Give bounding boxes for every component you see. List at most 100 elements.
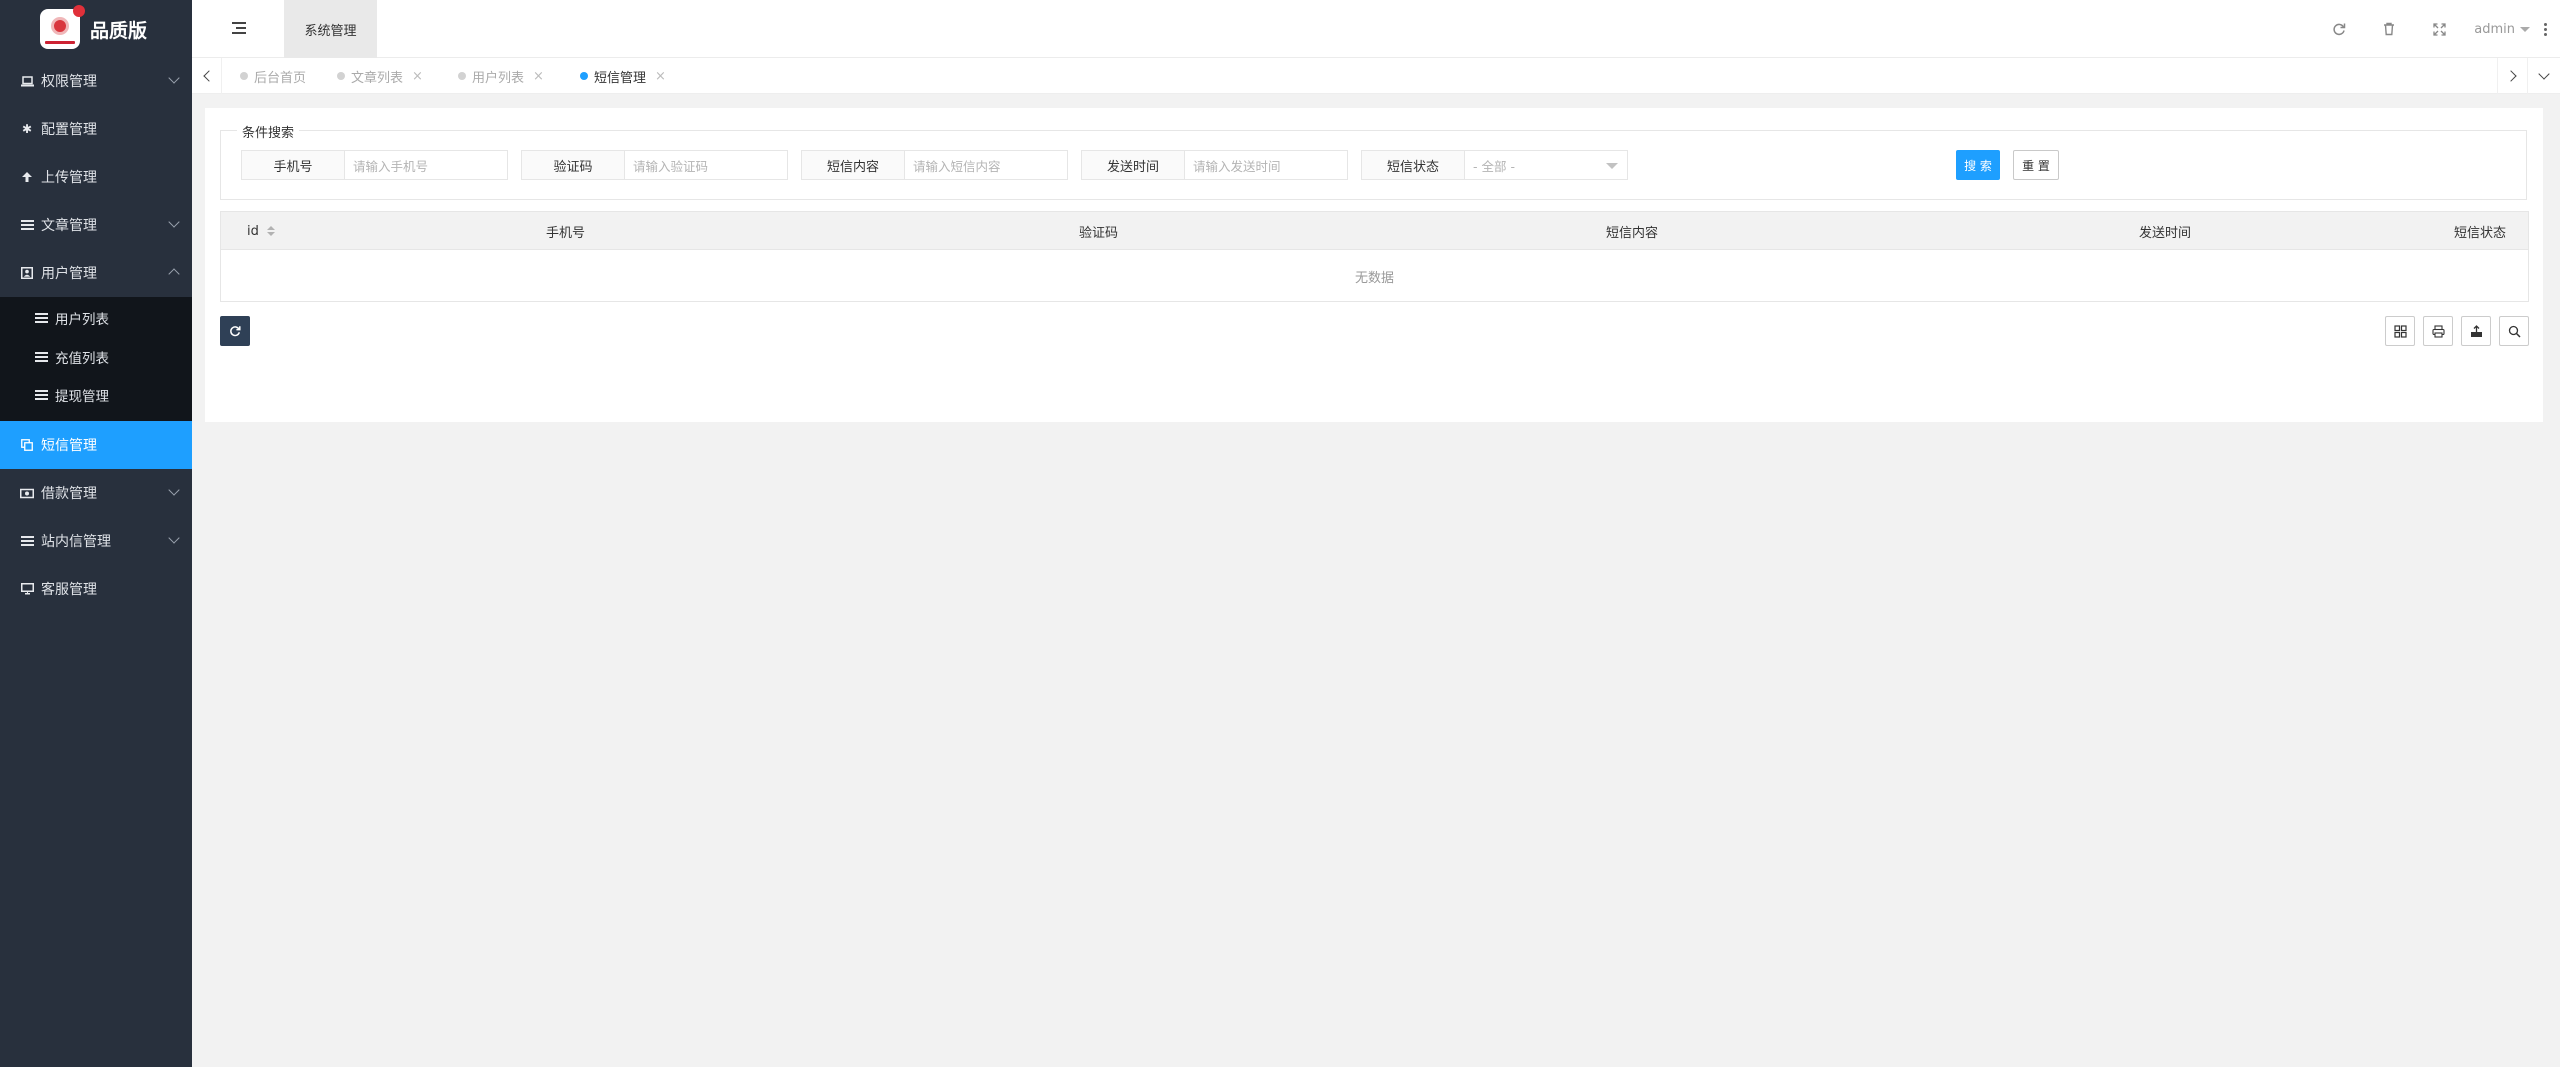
- sidebar-item-label: 借款管理: [41, 486, 97, 502]
- list-icon: [33, 390, 49, 400]
- sidebar-item-inbox[interactable]: 站内信管理: [0, 517, 192, 565]
- field-label: 验证码: [521, 150, 625, 180]
- sidebar-item-label: 站内信管理: [41, 534, 111, 550]
- sidebar-subitem-user-list[interactable]: 用户列表: [0, 299, 192, 337]
- header-actions: admin: [2314, 0, 2560, 58]
- phone-filter: 手机号 请输入手机号: [241, 150, 508, 180]
- field-label: 短信内容: [801, 150, 905, 180]
- page-tabs-bar: 后台首页 文章列表 × 用户列表 × 短信管理 ×: [192, 58, 2560, 94]
- chevron-down-icon: [2538, 68, 2550, 80]
- laptop-icon: [19, 75, 35, 87]
- money-icon: [19, 488, 35, 499]
- sidebar-item-label: 配置管理: [41, 122, 97, 138]
- sms-table: id 手机号 验证码 短信内容 发送时间 短信状态 无数据: [220, 211, 2529, 302]
- sidebar-item-loans[interactable]: 借款管理: [0, 469, 192, 517]
- column-id[interactable]: id: [247, 212, 275, 250]
- sidebar-item-upload[interactable]: 上传管理: [0, 153, 192, 201]
- chevron-left-icon: [202, 70, 215, 82]
- sidebar-item-sms[interactable]: 短信管理: [0, 421, 192, 469]
- sidebar-item-users[interactable]: 用户管理: [0, 249, 192, 297]
- trash-icon[interactable]: [2364, 22, 2414, 36]
- sidebar-item-permissions[interactable]: 权限管理: [0, 57, 192, 105]
- sidebar: 品质版 权限管理 ✱ 配置管理 上传管理 文章管理 用户管理 用户列表 充值列表…: [0, 0, 192, 1067]
- tab-home[interactable]: 后台首页: [240, 58, 306, 94]
- sort-icon[interactable]: [266, 226, 275, 236]
- search-button[interactable]: 搜 索: [1956, 150, 2000, 180]
- list-icon: [33, 313, 49, 323]
- chevron-down-icon: [168, 72, 180, 84]
- field-label: 短信状态: [1361, 150, 1465, 180]
- chevron-down-icon: [168, 532, 180, 544]
- column-status: 短信状态: [2454, 212, 2506, 250]
- table-header: id 手机号 验证码 短信内容 发送时间 短信状态: [221, 212, 2528, 250]
- search-legend: 条件搜索: [237, 122, 300, 141]
- user-menu[interactable]: admin: [2474, 22, 2530, 37]
- table-refresh-button[interactable]: [220, 316, 250, 346]
- grid-icon: [2393, 324, 2407, 338]
- sidebar-item-label: 文章管理: [41, 218, 97, 234]
- search-toggle-button[interactable]: [2499, 316, 2529, 346]
- field-label: 手机号: [241, 150, 345, 180]
- status-filter: 短信状态 - 全部 -: [1361, 150, 1628, 180]
- close-icon[interactable]: ×: [533, 69, 544, 84]
- column-label: id: [247, 223, 259, 239]
- search-form: 条件搜索 手机号 请输入手机号 验证码 请输入验证码 短信内容 请输入短信内容 …: [220, 122, 2527, 200]
- send-time-input[interactable]: 请输入发送时间: [1185, 150, 1348, 180]
- sidebar-subitem-withdraw[interactable]: 提现管理: [0, 376, 192, 414]
- system-tab[interactable]: 系统管理: [284, 0, 377, 58]
- columns-filter-button[interactable]: [2385, 316, 2415, 346]
- tab-dot-icon: [458, 72, 466, 80]
- more-vertical-icon[interactable]: [2530, 22, 2560, 36]
- sidebar-item-label: 用户列表: [55, 312, 109, 328]
- tab-sms[interactable]: 短信管理 ×: [580, 58, 666, 94]
- chevron-right-icon: [2504, 70, 2517, 82]
- column-label: 验证码: [1079, 225, 1119, 241]
- column-phone: 手机号: [546, 212, 585, 250]
- sidebar-item-articles[interactable]: 文章管理: [0, 201, 192, 249]
- logo: 品质版: [0, 0, 192, 58]
- sidebar-item-label: 提现管理: [55, 389, 109, 405]
- refresh-icon[interactable]: [2314, 22, 2364, 36]
- tab-dot-icon: [580, 72, 588, 80]
- export-button[interactable]: [2461, 316, 2491, 346]
- print-button[interactable]: [2423, 316, 2453, 346]
- tabs-options[interactable]: [2527, 58, 2560, 94]
- tabs-scroll-left[interactable]: [192, 58, 222, 94]
- sidebar-item-label: 客服管理: [41, 582, 97, 598]
- phone-input[interactable]: 请输入手机号: [345, 150, 508, 180]
- close-icon[interactable]: ×: [412, 69, 423, 84]
- caret-down-icon: [2520, 26, 2530, 32]
- chevron-down-icon: [168, 216, 180, 228]
- gear-icon: ✱: [21, 122, 33, 136]
- export-icon: [2470, 324, 2482, 337]
- tab-user-list[interactable]: 用户列表 ×: [458, 58, 544, 94]
- column-code: 验证码: [1079, 212, 1118, 250]
- refresh-icon: [230, 326, 241, 337]
- tabs-scroll-right[interactable]: [2497, 58, 2527, 94]
- send-time-filter: 发送时间 请输入发送时间: [1081, 150, 1348, 180]
- tab-label: 用户列表: [472, 70, 525, 86]
- sidebar-subitem-recharge-list[interactable]: 充值列表: [0, 338, 192, 376]
- user-icon: [19, 267, 35, 279]
- chevron-up-icon: [168, 268, 180, 280]
- list-icon: [19, 536, 35, 546]
- main-panel: 条件搜索 手机号 请输入手机号 验证码 请输入验证码 短信内容 请输入短信内容 …: [205, 108, 2543, 422]
- tab-article-list[interactable]: 文章列表 ×: [337, 58, 423, 94]
- code-filter: 验证码 请输入验证码: [521, 150, 788, 180]
- close-icon[interactable]: ×: [655, 69, 666, 84]
- sidebar-item-label: 短信管理: [41, 438, 97, 454]
- status-select[interactable]: - 全部 -: [1465, 150, 1628, 180]
- sidebar-item-config[interactable]: ✱ 配置管理: [0, 105, 192, 153]
- sidebar-item-label: 权限管理: [41, 74, 97, 90]
- upload-icon: [19, 171, 35, 183]
- copy-icon: [19, 439, 35, 451]
- list-icon: [33, 352, 49, 362]
- content-input[interactable]: 请输入短信内容: [905, 150, 1068, 180]
- brand-logo-icon: [40, 5, 85, 49]
- menu-toggle-icon[interactable]: [232, 22, 246, 34]
- reset-button[interactable]: 重 置: [2013, 150, 2059, 180]
- column-label: 短信状态: [2454, 225, 2507, 241]
- sidebar-item-customer-service[interactable]: 客服管理: [0, 565, 192, 613]
- fullscreen-icon[interactable]: [2414, 22, 2464, 36]
- code-input[interactable]: 请输入验证码: [625, 150, 788, 180]
